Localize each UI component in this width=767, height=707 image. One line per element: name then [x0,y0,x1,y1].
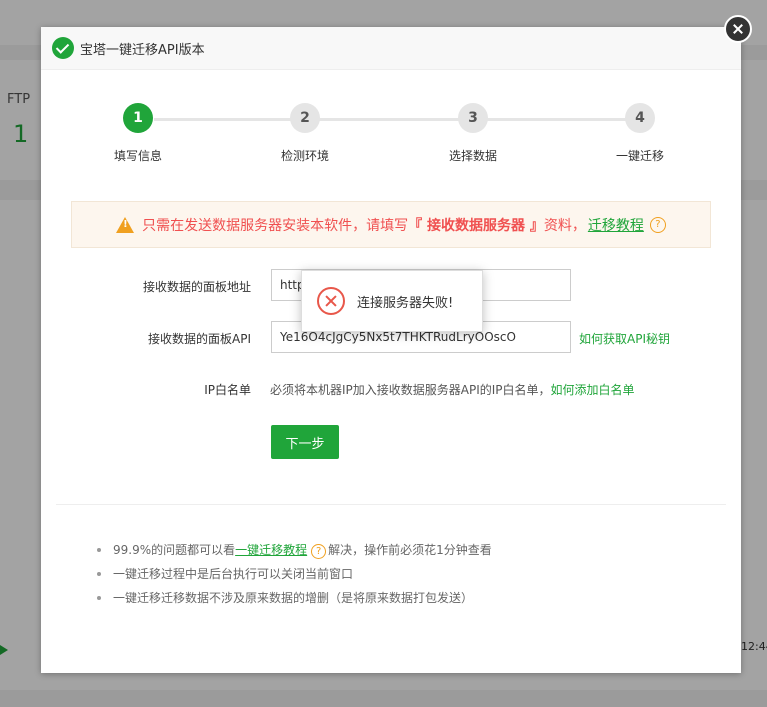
stepper: 1 填写信息 2 检测环境 3 选择数据 4 一键迁移 [41,103,741,173]
modal-header: 宝塔一键迁移API版本 [41,27,741,70]
close-button[interactable] [724,15,752,43]
help-icon[interactable]: ? [649,216,666,233]
stepper-track [154,118,629,121]
check-circle-icon [52,37,74,59]
step-number: 1 [123,103,153,133]
tip-item: 一键迁移迁移数据不涉及原来数据的增删（是将原来数据打包发送） [97,586,492,610]
step-4: 4 一键迁移 [580,103,700,164]
get-api-key-link[interactable]: 如何获取API秘钥 [579,330,670,347]
migration-tutorial-link[interactable]: 迁移教程 [588,215,644,235]
warning-icon [116,216,135,233]
form-row-ip-whitelist: IP白名单 必须将本机器IP加入接收数据服务器API的IP白名单，如何添加白名单 [41,381,741,401]
ip-whitelist-note-text: 必须将本机器IP加入接收数据服务器API的IP白名单， [270,383,551,397]
toast-message: 连接服务器失败! [357,295,454,311]
help-icon[interactable]: ? [311,544,327,559]
panel-api-label: 接收数据的面板API [148,332,251,346]
ip-whitelist-label: IP白名单 [204,383,251,397]
step-number: 4 [625,103,655,133]
panel-url-label: 接收数据的面板地址 [142,280,251,294]
step-label: 填写信息 [113,149,162,163]
tip1-suffix: 解决，操作前必须花1分钟查看 [328,543,492,557]
step-label: 选择数据 [448,149,497,163]
error-toast: 连接服务器失败! [301,270,483,332]
step-number: 2 [290,103,320,133]
divider [56,504,726,505]
step-label: 检测环境 [280,149,329,163]
warning-emphasis: 『 接收数据服务器 』 [408,217,544,234]
modal-title: 宝塔一键迁移API版本 [80,42,205,58]
step-3: 3 选择数据 [413,103,533,164]
step-label: 一键迁移 [615,149,664,163]
tip-item: 99.9%的问题都可以看一键迁移教程? 解决，操作前必须花1分钟查看 [97,538,492,562]
step-number: 3 [458,103,488,133]
step-1: 1 填写信息 [78,103,198,164]
tip1-prefix: 99.9%的问题都可以看 [113,543,236,557]
error-circle-icon [317,287,345,315]
next-step-button[interactable]: 下一步 [271,425,339,459]
warning-banner: 只需在发送数据服务器安装本软件，请填写 『 接收数据服务器 』 资料， 迁移教程… [71,201,711,248]
warning-text-suffix: 资料， [543,217,586,234]
tip-item: 一键迁移过程中是后台执行可以关闭当前窗口 [97,562,492,586]
one-click-tutorial-link[interactable]: 一键迁移教程 [235,543,307,557]
tips-list: 99.9%的问题都可以看一键迁移教程? 解决，操作前必须花1分钟查看 一键迁移过程… [97,538,492,610]
add-whitelist-link[interactable]: 如何添加白名单 [551,383,635,397]
step-2: 2 检测环境 [245,103,365,164]
warning-text-prefix: 只需在发送数据服务器安装本软件，请填写 [142,217,409,234]
ip-whitelist-note: 必须将本机器IP加入接收数据服务器API的IP白名单，如何添加白名单 [270,381,635,398]
